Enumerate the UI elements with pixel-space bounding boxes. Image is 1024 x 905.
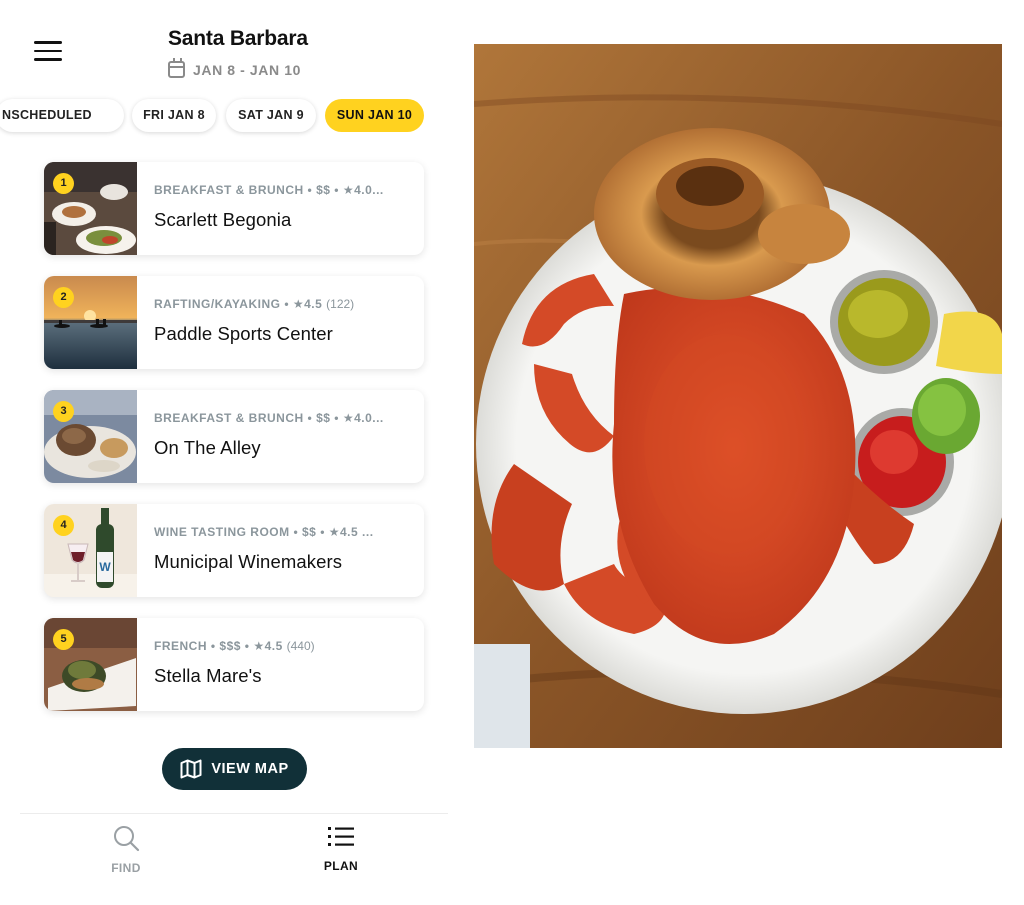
place-rating: ★4.0... [342, 411, 384, 425]
calendar-icon [168, 58, 185, 78]
place-photo: 2 [44, 276, 137, 369]
place-category: BREAKFAST & BRUNCH [154, 183, 304, 197]
tab-unscheduled[interactable]: NSCHEDULED [0, 99, 124, 132]
view-map-button[interactable]: VIEW MAP [162, 748, 307, 790]
tab-sun-jan-10[interactable]: SUN JAN 10 [325, 99, 424, 132]
map-icon [180, 759, 202, 779]
place-card[interactable]: 3 BREAKFAST & BRUNCH • $$ • ★4.0... On T… [44, 390, 424, 483]
place-photo: 1 [44, 162, 137, 255]
place-meta: FRENCH • $$$ • ★4.5 (440) [154, 639, 315, 653]
svg-text:W: W [99, 560, 111, 574]
date-range-label: JAN 8 - JAN 10 [193, 61, 301, 78]
place-rating: ★4.5 [292, 297, 323, 311]
place-rating: ★4.5 [253, 639, 283, 653]
place-card[interactable]: 1 BREAKFAST & BRUNCH • $$ • ★4.0... Scar… [44, 162, 424, 255]
place-photo: W 4 [44, 504, 137, 597]
place-name: Paddle Sports Center [154, 323, 333, 344]
place-list: 1 BREAKFAST & BRUNCH • $$ • ★4.0... Scar… [44, 162, 424, 732]
view-map-label: VIEW MAP [211, 761, 289, 777]
place-price: $$$ [219, 639, 241, 653]
stop-number-badge: 3 [53, 401, 74, 422]
place-name: On The Alley [154, 437, 261, 458]
search-icon [114, 826, 140, 852]
place-card[interactable]: 5 FRENCH • $$$ • ★4.5 (440) Stella Mare'… [44, 618, 424, 711]
place-name: Scarlett Begonia [154, 209, 292, 230]
bottom-nav: FIND PLAN [20, 813, 448, 905]
place-meta: BREAKFAST & BRUNCH • $$ • ★4.0... [154, 411, 384, 425]
place-price: $$ [316, 411, 331, 425]
place-meta: RAFTING/KAYAKING • ★4.5 (122) [154, 297, 355, 311]
place-card[interactable]: 2 RAFTING/KAYAKING • ★4.5 (122) Paddle S… [44, 276, 424, 369]
day-tabs: NSCHEDULED FRI JAN 8 SAT JAN 9 SUN JAN 1… [0, 99, 450, 133]
place-category: FRENCH [154, 639, 207, 653]
nav-find-label: FIND [111, 861, 141, 875]
place-price: $$ [316, 183, 331, 197]
tab-fri-jan-8[interactable]: FRI JAN 8 [132, 99, 216, 132]
itinerary-app: Santa Barbara JAN 8 - JAN 10 NSCHEDULED … [0, 0, 450, 905]
hamburger-menu-icon[interactable] [34, 41, 62, 63]
crab-plate-illustration [474, 44, 1002, 748]
place-meta: BREAKFAST & BRUNCH • $$ • ★4.0... [154, 183, 384, 197]
place-rating: ★4.0... [342, 183, 384, 197]
place-category: RAFTING/KAYAKING [154, 297, 281, 311]
nav-find[interactable]: FIND [81, 824, 171, 875]
nav-plan[interactable]: PLAN [296, 824, 386, 873]
place-rating: ★4.5 ... [328, 525, 374, 539]
stop-number-badge: 5 [53, 629, 74, 650]
place-price: $$ [302, 525, 317, 539]
place-name: Stella Mare's [154, 665, 262, 686]
nav-plan-label: PLAN [323, 859, 359, 873]
stop-number-badge: 1 [53, 173, 74, 194]
place-category: WINE TASTING ROOM [154, 525, 290, 539]
stop-number-badge: 2 [53, 287, 74, 308]
place-category: BREAKFAST & BRUNCH [154, 411, 304, 425]
tab-sat-jan-9[interactable]: SAT JAN 9 [226, 99, 316, 132]
date-range[interactable]: JAN 8 - JAN 10 [168, 58, 301, 78]
place-card[interactable]: W 4 WINE TASTING ROOM • $$ • ★4.5 ... Mu… [44, 504, 424, 597]
place-name: Municipal Winemakers [154, 551, 343, 572]
place-review-count: (440) [286, 639, 315, 653]
stop-number-badge: 4 [53, 515, 74, 536]
place-meta: WINE TASTING ROOM • $$ • ★4.5 ... [154, 525, 374, 539]
place-photo: 5 [44, 618, 137, 711]
place-photo: 3 [44, 390, 137, 483]
dish-photo [474, 44, 1002, 748]
trip-title: Santa Barbara [168, 27, 308, 50]
list-icon [328, 827, 354, 846]
place-review-count: (122) [326, 297, 355, 311]
